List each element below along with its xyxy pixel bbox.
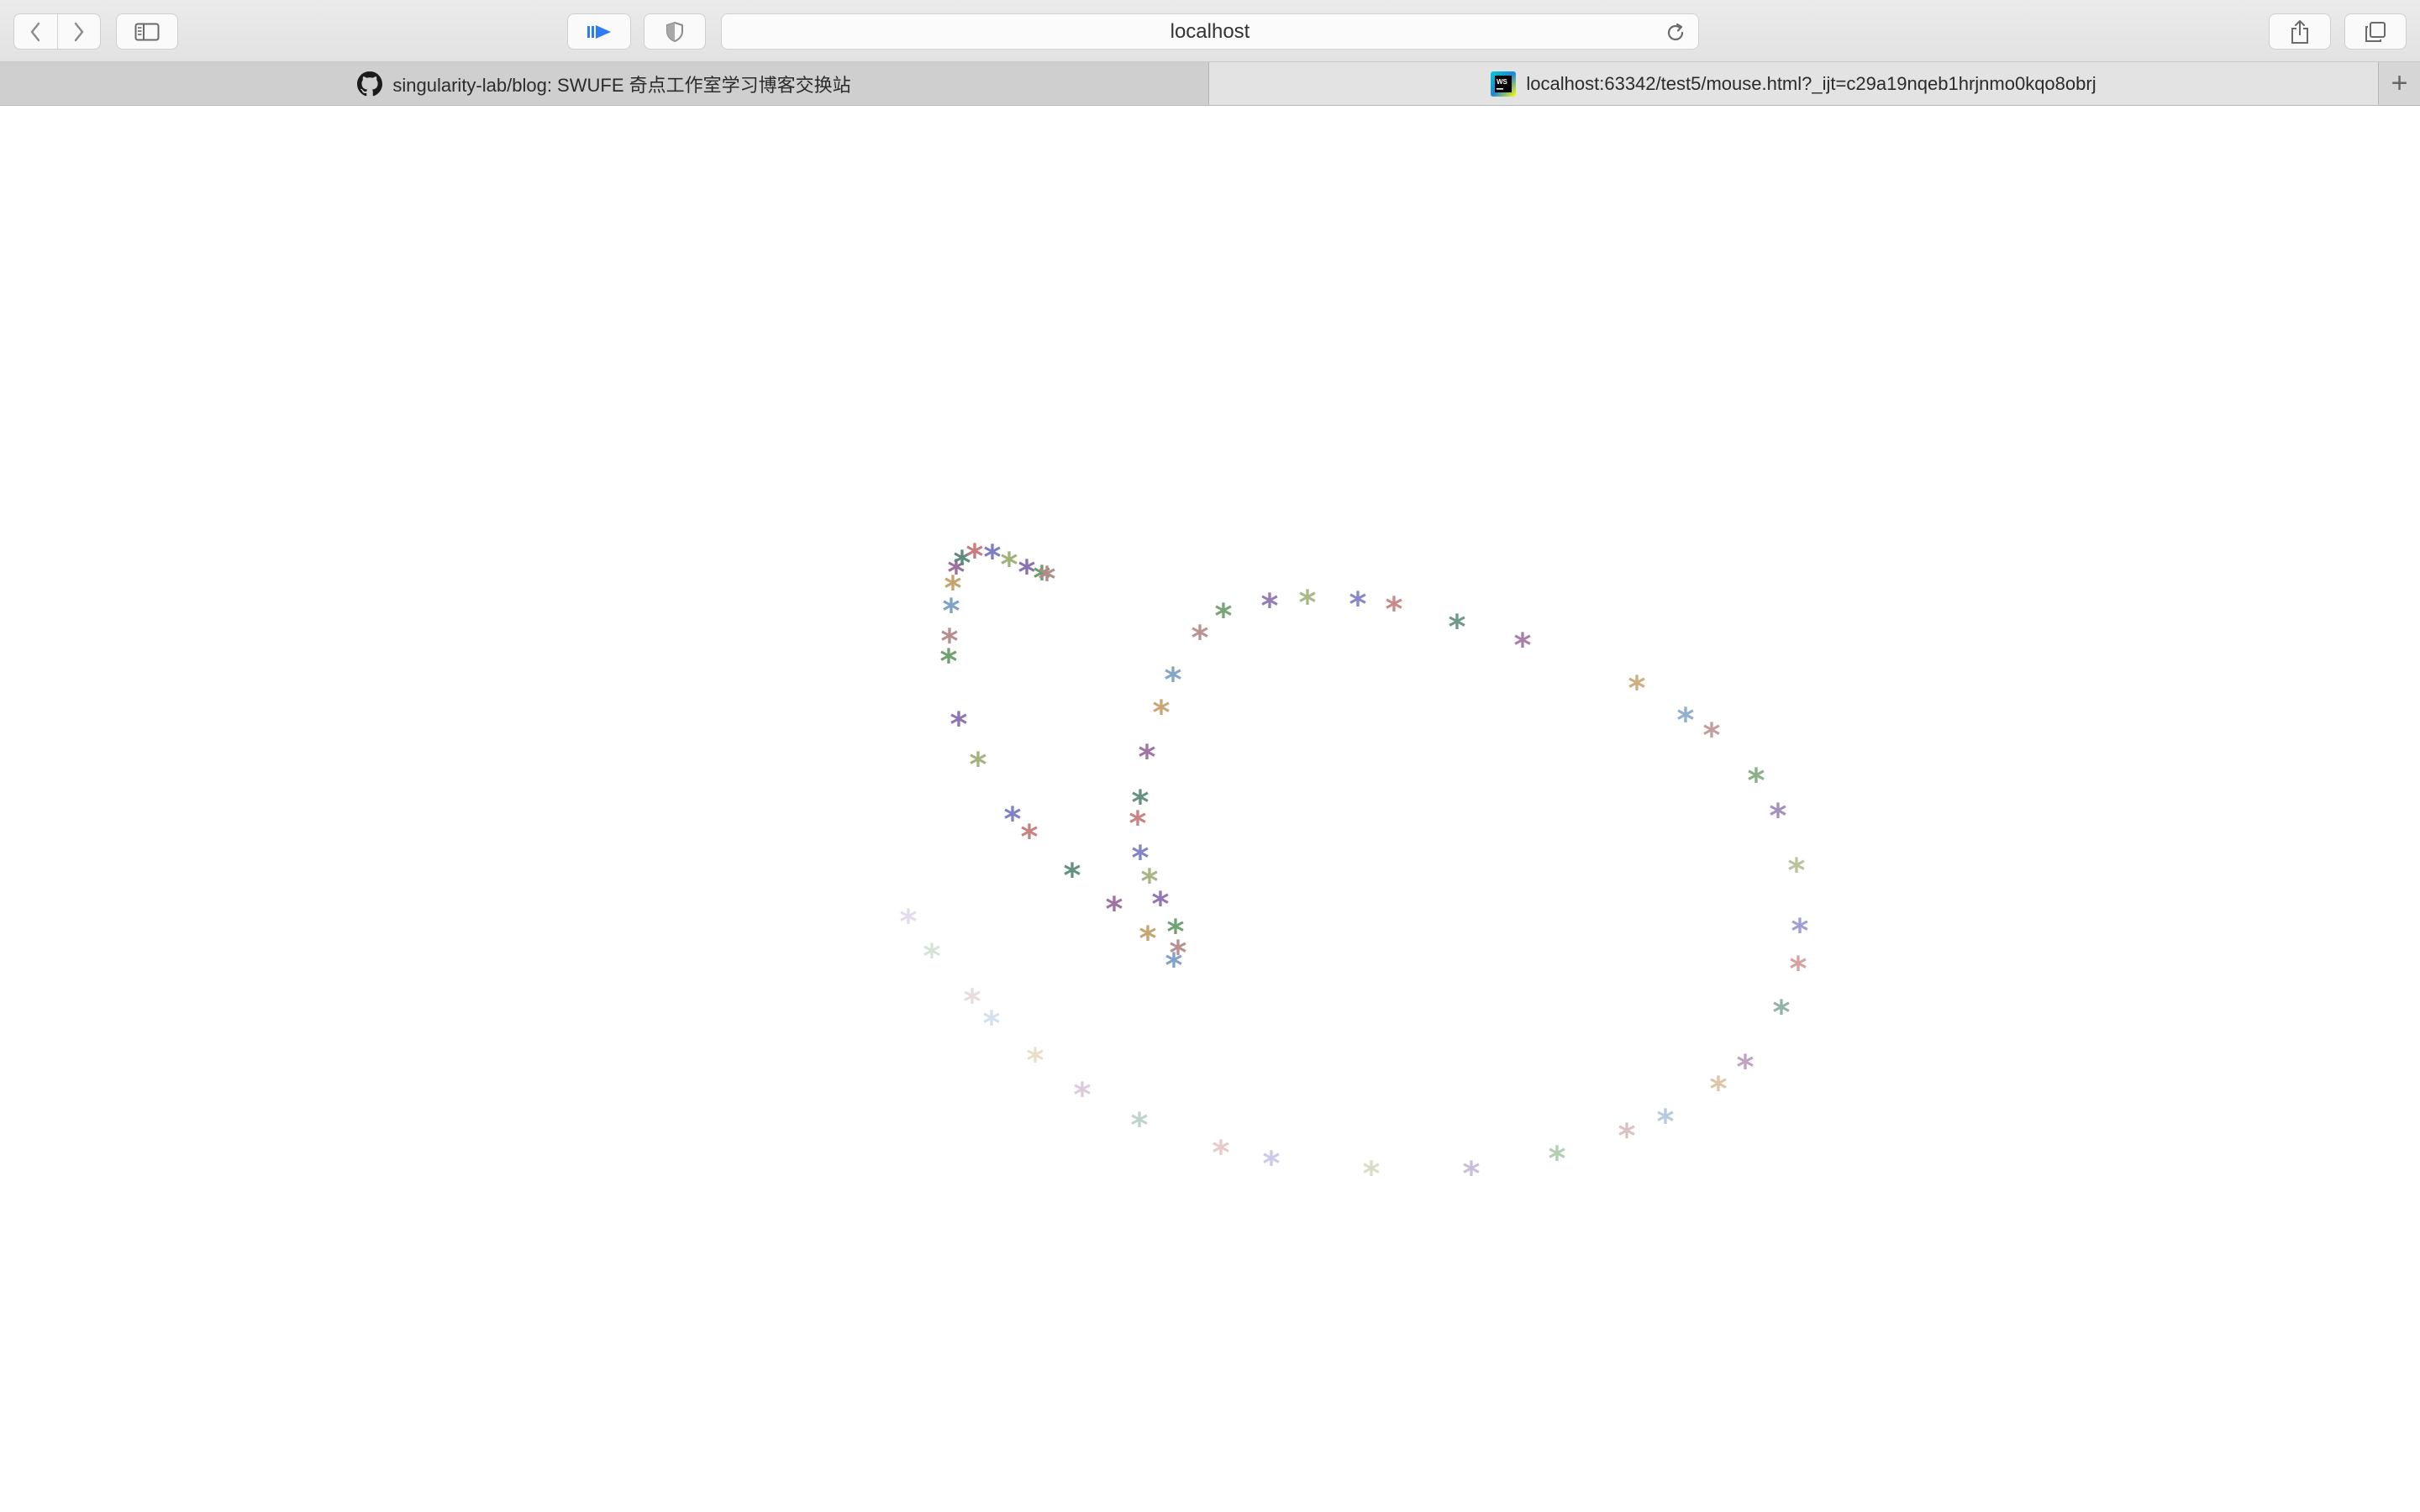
- forward-button[interactable]: [56, 14, 101, 49]
- trail-asterisk: *: [950, 706, 968, 744]
- trail-asterisk: *: [1703, 717, 1721, 755]
- trail-asterisk: *: [1790, 950, 1807, 989]
- navigation-buttons: [13, 13, 101, 50]
- trail-asterisk: *: [1349, 585, 1367, 624]
- trail-asterisk: *: [1001, 546, 1018, 585]
- trail-asterisk: *: [983, 1005, 1001, 1043]
- reader-play-icon: [587, 24, 611, 39]
- trail-asterisk: *: [1027, 1042, 1044, 1080]
- trail-asterisk: *: [1737, 1048, 1754, 1087]
- trail-asterisk: *: [966, 538, 984, 576]
- trail-asterisk: *: [1139, 920, 1157, 958]
- trail-asterisk: *: [1791, 912, 1809, 951]
- trail-asterisk: *: [1153, 694, 1171, 732]
- trail-asterisk: *: [1773, 994, 1791, 1032]
- trail-asterisk: *: [1074, 1076, 1092, 1115]
- trail-asterisk: *: [970, 746, 987, 785]
- tabs-overview-icon: [2365, 21, 2386, 42]
- trail-asterisk: *: [1628, 669, 1646, 708]
- browser-toolbar: localhost: [0, 0, 2420, 62]
- share-icon: [2291, 19, 2308, 44]
- trail-asterisk: *: [1106, 890, 1123, 929]
- back-button[interactable]: [14, 14, 57, 49]
- trail-asterisk: *: [1618, 1117, 1636, 1156]
- trail-asterisk: *: [1386, 591, 1403, 629]
- trail-asterisk: *: [1677, 701, 1695, 740]
- trail-asterisk: *: [1139, 738, 1156, 777]
- tab-github-blog[interactable]: singularity-lab/blog: SWUFE 奇点工作室学习博客交换站: [0, 62, 1208, 105]
- address-bar[interactable]: localhost: [721, 13, 1699, 50]
- reload-icon: [1667, 23, 1684, 41]
- trail-asterisk: *: [1657, 1103, 1675, 1142]
- tab-title: singularity-lab/blog: SWUFE 奇点工作室学习博客交换站: [392, 74, 851, 96]
- trail-asterisk: *: [1165, 947, 1183, 985]
- tab-bar: singularity-lab/blog: SWUFE 奇点工作室学习博客交换站…: [0, 62, 2420, 106]
- trail-asterisk: *: [1261, 587, 1279, 626]
- trail-asterisk: *: [1215, 597, 1233, 636]
- trail-asterisk: *: [1710, 1070, 1728, 1109]
- trail-asterisk: *: [1770, 797, 1787, 836]
- webstorm-icon: WS: [1491, 71, 1517, 97]
- tab-localhost-mouse[interactable]: WS localhost:63342/test5/mouse.html?_ijt…: [1209, 62, 2378, 105]
- page-content[interactable]: * * * * * * * * * * * * * * * * * * * * * * * * * * * * * * * * * * * * * * * *…: [0, 106, 2420, 1512]
- trail-asterisk: *: [1748, 762, 1765, 801]
- tabs-overview-button[interactable]: [2344, 13, 2407, 50]
- svg-text:WS: WS: [1497, 78, 1508, 86]
- sidebar-icon: [134, 23, 160, 40]
- reload-button[interactable]: [1665, 22, 1686, 48]
- tab-title: localhost:63342/test5/mouse.html?_ijt=c2…: [1526, 72, 2096, 94]
- trail-asterisk: *: [1131, 1106, 1149, 1145]
- trail-asterisk: *: [964, 983, 981, 1021]
- privacy-button[interactable]: [644, 13, 706, 50]
- trail-asterisk: *: [1129, 805, 1147, 843]
- reader-button[interactable]: [567, 13, 631, 50]
- trail-asterisk: *: [1514, 627, 1532, 665]
- trail-asterisk: *: [1213, 1134, 1230, 1173]
- trail-asterisk: *: [1299, 584, 1317, 622]
- mouse-trail-canvas: ******** * * * ** ***************************…: [900, 538, 1809, 1194]
- trail-asterisk: *: [1263, 1145, 1281, 1184]
- trail-asterisk: *: [1192, 619, 1209, 658]
- trail-asterisk: *: [1004, 801, 1022, 839]
- trail-asterisk: *: [984, 538, 1002, 577]
- shield-icon: [666, 21, 683, 42]
- trail-asterisk: *: [1021, 818, 1039, 857]
- trail-asterisk: *: [1788, 852, 1806, 890]
- chevron-right-icon: [74, 22, 83, 41]
- trail-asterisk: *: [1463, 1155, 1481, 1194]
- github-icon: [357, 71, 383, 97]
- address-text: localhost: [1170, 19, 1250, 43]
- trail-asterisk: *: [1449, 608, 1466, 647]
- new-tab-button[interactable]: +: [2378, 62, 2420, 105]
- trail-asterisk: *: [1549, 1140, 1566, 1179]
- trail-asterisk: *: [1064, 857, 1081, 895]
- chevron-left-icon: [31, 22, 40, 41]
- trail-asterisk: *: [900, 903, 918, 942]
- sidebar-button[interactable]: [116, 13, 178, 50]
- share-button[interactable]: [2269, 13, 2331, 50]
- trail-asterisk: *: [1363, 1155, 1381, 1194]
- trail-asterisk: *: [1039, 560, 1056, 599]
- trail-asterisk: *: [923, 937, 941, 976]
